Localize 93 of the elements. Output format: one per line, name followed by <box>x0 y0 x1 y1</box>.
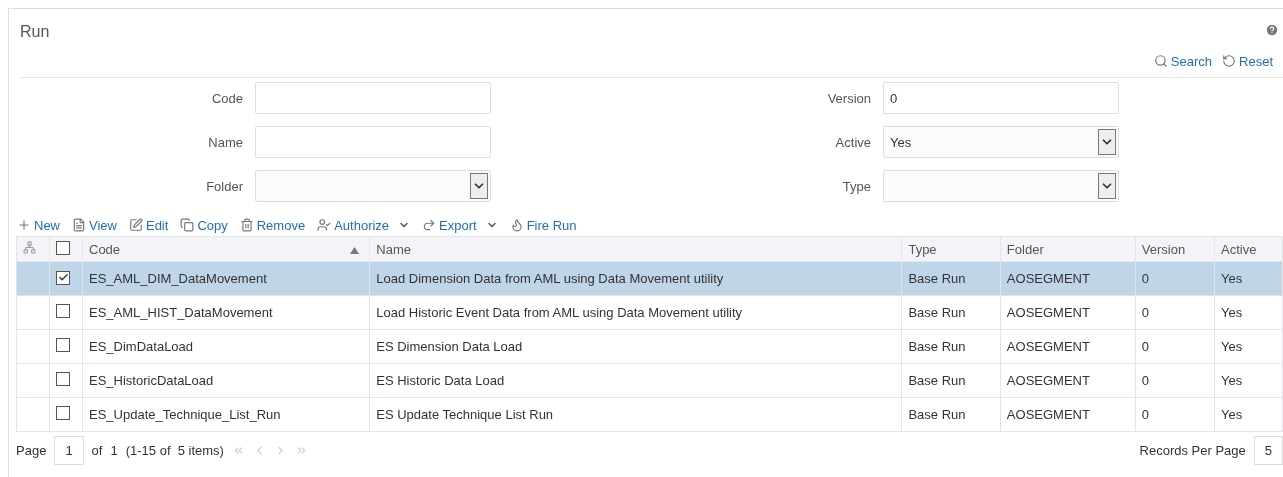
table-cell: AOSEGMENT <box>1006 407 1090 422</box>
chevron-down-icon <box>1098 173 1116 199</box>
chevron-down-icon <box>1098 129 1116 155</box>
dropdown-field[interactable] <box>883 170 1119 202</box>
toolbar-button[interactable]: Authorize <box>317 217 411 233</box>
table-cell: ES Update Technique List Run <box>376 407 554 422</box>
page-title: Run <box>20 23 50 42</box>
arrow-icon <box>422 218 437 232</box>
search-icon <box>1153 54 1168 68</box>
table-cell: AOSEGMENT <box>1006 305 1090 320</box>
table-cell: Yes <box>1220 271 1243 286</box>
table-cell: ES Dimension Data Load <box>376 339 523 354</box>
table-cell: 0 <box>1141 407 1150 422</box>
input-field[interactable] <box>255 126 491 158</box>
trash-icon <box>239 218 254 232</box>
pager-label: of <box>91 443 103 458</box>
table-cell: ES_Update_Technique_List_Run <box>89 407 281 422</box>
table-cell: 0 <box>1141 339 1150 354</box>
sort-ascending-icon <box>350 247 360 254</box>
toolbar-button[interactable]: Export <box>422 217 498 233</box>
table-cell: Yes <box>1220 339 1243 354</box>
table-cell: ES_AML_DIM_DataMovement <box>89 271 267 286</box>
input-field[interactable]: 0 <box>883 82 1119 114</box>
toolbar-button[interactable]: Remove <box>239 217 306 233</box>
records-per-page-field[interactable]: 5 <box>1253 436 1283 465</box>
document-icon <box>72 218 86 232</box>
column-header[interactable]: Folder <box>1000 236 1136 262</box>
plus-icon <box>17 218 31 232</box>
table-row[interactable]: ES_DimDataLoad ES Dimension Data Load Base Run AOSEGMENT 0 Yes <box>16 329 1283 364</box>
checkbox[interactable] <box>56 240 70 255</box>
search-link[interactable]: Search <box>1153 53 1213 69</box>
table-cell: Base Run <box>908 271 966 286</box>
table-cell: Yes <box>1220 407 1243 422</box>
table-cell: 0 <box>1141 373 1150 388</box>
table-cell: Base Run <box>908 305 966 320</box>
dropdown-field[interactable]: Yes <box>883 126 1119 158</box>
table-cell: Base Run <box>908 339 966 354</box>
checkbox[interactable] <box>56 372 70 386</box>
table-cell: AOSEGMENT <box>1006 339 1090 354</box>
column-header[interactable]: Name <box>369 236 902 262</box>
pager-label: 1 <box>110 443 118 458</box>
toolbar-button[interactable]: View <box>72 217 117 233</box>
field-label: Active <box>834 134 871 150</box>
table-cell: ES_HistoricDataLoad <box>89 373 214 388</box>
checkbox[interactable] <box>56 406 70 420</box>
table-row[interactable]: ES_Update_Technique_List_Run ES Update Technique List Run Base Run AOSEGMENT 0 Yes <box>16 397 1283 432</box>
table-cell: Base Run <box>908 373 966 388</box>
table-cell: ES_DimDataLoad <box>89 339 194 354</box>
table-cell: Yes <box>1220 373 1243 388</box>
toolbar-button[interactable]: Fire Run <box>509 217 577 233</box>
reset-link[interactable]: Reset <box>1222 53 1273 69</box>
field-label: Folder <box>205 178 243 194</box>
chevron-down-icon <box>470 173 488 199</box>
toolbar-button[interactable]: Copy <box>180 217 228 233</box>
table-cell: ES_AML_HIST_DataMovement <box>89 305 273 320</box>
table-cell: Load Historic Event Data from AML using Data Movement utility <box>376 305 743 320</box>
help-icon[interactable] <box>1265 23 1279 37</box>
dropdown-field[interactable] <box>255 170 491 202</box>
pager-range: (1-15 of 5 items) <box>125 443 224 458</box>
pager-label: Page <box>16 443 47 458</box>
table-row[interactable]: ES_AML_DIM_DataMovement Load Dimension Data from AML using Data Movement utility Base Run AOSEGMENT 0 Yes <box>16 261 1283 296</box>
edit-icon <box>128 218 143 232</box>
reset-icon <box>1222 54 1237 68</box>
user-check-icon <box>317 218 332 232</box>
toolbar-button[interactable]: New <box>17 217 60 233</box>
table-row[interactable]: ES_AML_HIST_DataMovement Load Historic Event Data from AML using Data Movement utility Base Run AOSEGMENT 0 Yes <box>16 295 1283 330</box>
pager-label: Records Per Page <box>1139 443 1246 458</box>
table-cell: 0 <box>1141 305 1150 320</box>
page-input[interactable]: 1 <box>54 436 84 465</box>
checkbox[interactable] <box>56 304 70 318</box>
table-cell: ES Historic Data Load <box>376 373 505 388</box>
table-cell: 0 <box>1141 271 1150 286</box>
copy-icon <box>180 218 195 232</box>
field-label: Type <box>841 178 871 194</box>
hierarchy-icon[interactable] <box>23 241 36 254</box>
flame-icon <box>509 218 524 232</box>
toolbar-button[interactable]: Edit <box>128 217 169 233</box>
table-cell: Load Dimension Data from AML using Data Movement utility <box>376 271 724 286</box>
checkbox[interactable] <box>56 270 70 285</box>
field-label: Code <box>210 90 243 106</box>
table-row[interactable]: ES_HistoricDataLoad ES Historic Data Load Base Run AOSEGMENT 0 Yes <box>16 363 1283 398</box>
table-cell: AOSEGMENT <box>1006 271 1090 286</box>
table-cell: AOSEGMENT <box>1006 373 1090 388</box>
column-header[interactable]: Active <box>1214 236 1283 262</box>
checkbox[interactable] <box>56 338 70 352</box>
column-header[interactable]: Code <box>82 236 370 262</box>
column-header[interactable]: Version <box>1135 236 1215 262</box>
table-cell: Base Run <box>908 407 966 422</box>
input-field[interactable] <box>255 82 491 114</box>
column-header[interactable]: Type <box>901 236 1001 262</box>
field-label: Name <box>207 134 243 150</box>
table-cell: Yes <box>1220 305 1243 320</box>
field-label: Version <box>826 90 871 106</box>
